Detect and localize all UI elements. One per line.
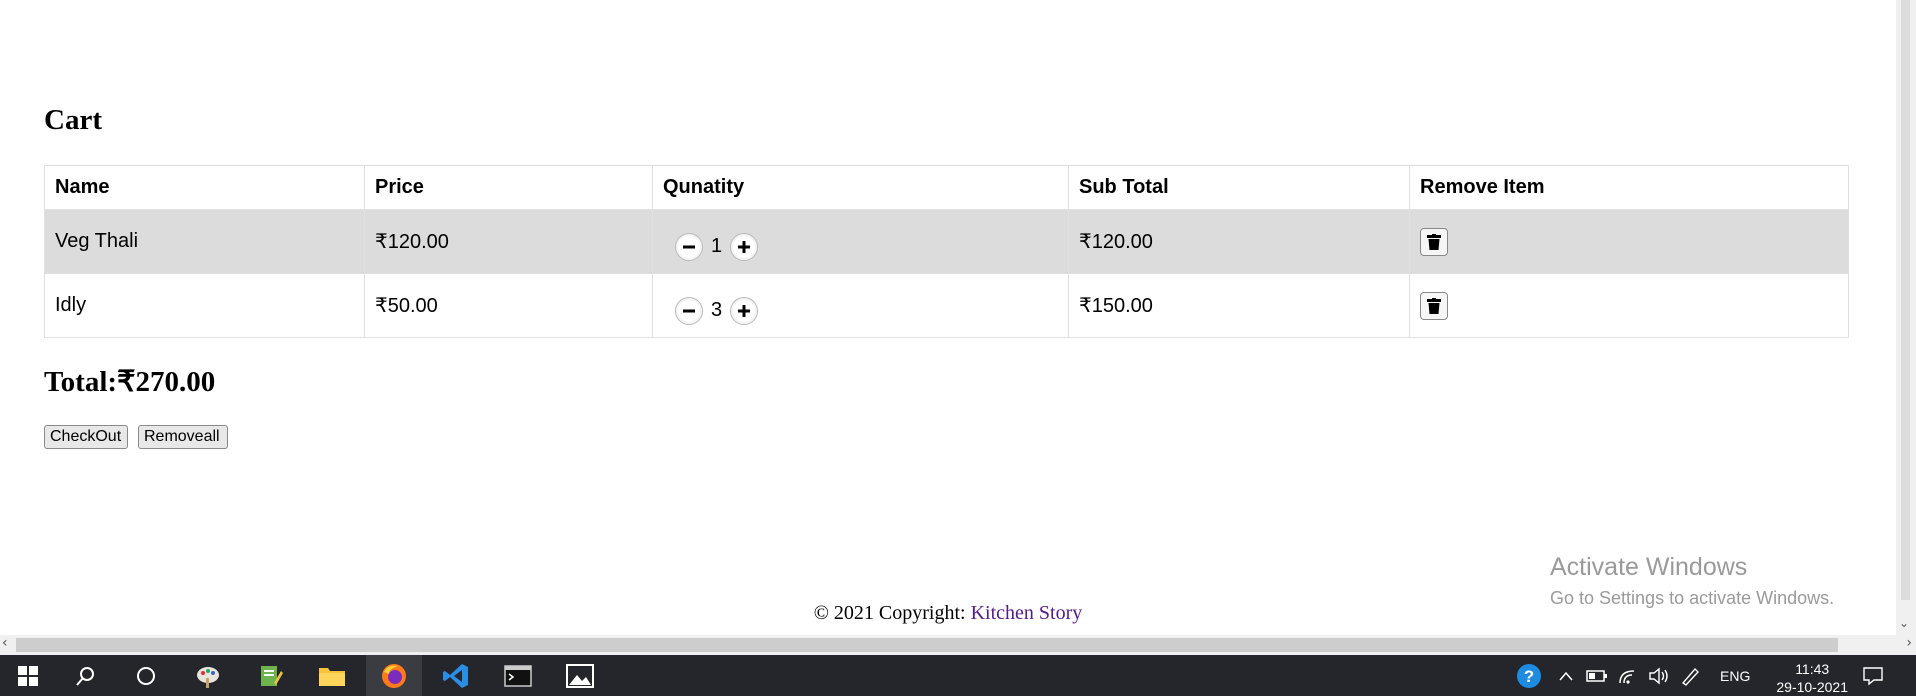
taskbar: ? ENG 11:43 29-10-2021 <box>0 655 1916 696</box>
scroll-left-icon[interactable]: ‹ <box>2 635 8 651</box>
activate-windows-watermark: Activate Windows Go to Settings to activ… <box>1550 553 1834 609</box>
minus-circle-icon <box>678 299 700 322</box>
plus-circle-icon <box>733 299 756 322</box>
windows-start-icon[interactable] <box>0 655 56 696</box>
item-subtotal: ₹120.00 <box>1068 209 1410 274</box>
increase-quantity-button[interactable] <box>730 232 759 261</box>
language-indicator[interactable]: ENG <box>1720 655 1750 696</box>
pen-icon[interactable] <box>1680 655 1702 696</box>
paint-icon[interactable] <box>180 655 236 696</box>
clock-time: 11:43 <box>1795 661 1830 677</box>
quantity-stepper: 1 <box>652 209 1069 274</box>
search-icon[interactable] <box>58 655 114 696</box>
clock-date: 29-10-2021 <box>1776 679 1848 695</box>
column-header-quantity: Qunatity <box>652 165 1069 210</box>
column-header-name: Name <box>44 165 365 210</box>
remove-all-button[interactable]: Removeall <box>138 425 228 449</box>
clock[interactable]: 11:43 29-10-2021 <box>1776 660 1848 696</box>
notepad-icon[interactable] <box>242 655 298 696</box>
table-row: Idly ₹50.00 3 ₹150.00 <box>44 273 1849 338</box>
column-header-remove-item: Remove Item <box>1409 165 1849 210</box>
item-price: ₹120.00 <box>364 209 653 274</box>
remove-item-button[interactable] <box>1420 291 1448 320</box>
footer: © 2021 Copyright: Kitchen Story <box>0 602 1896 625</box>
quantity-stepper: 3 <box>652 273 1069 338</box>
column-header-subtotal: Sub Total <box>1068 165 1410 210</box>
quantity-value: 1 <box>711 235 723 257</box>
notifications-icon[interactable] <box>1862 655 1884 696</box>
increase-quantity-button[interactable] <box>730 296 759 325</box>
page-title: Cart <box>44 104 102 136</box>
trash-icon <box>1427 297 1441 314</box>
table-row: Veg Thali ₹120.00 1 ₹120.00 <box>44 209 1849 274</box>
kitchen-story-link[interactable]: Kitchen Story <box>971 602 1083 624</box>
vertical-scrollbar[interactable]: ⌄ <box>1896 0 1916 635</box>
vscode-icon[interactable] <box>428 655 484 696</box>
checkout-button[interactable]: CheckOut <box>44 425 128 449</box>
remove-item-cell <box>1409 209 1849 274</box>
remove-item-button[interactable] <box>1420 227 1448 256</box>
horizontal-scrollbar[interactable]: ‹ › <box>0 635 1916 655</box>
file-explorer-icon[interactable] <box>304 655 360 696</box>
item-name: Veg Thali <box>44 209 365 274</box>
horizontal-scroll-thumb[interactable] <box>16 638 1838 652</box>
chevron-up-icon[interactable] <box>1558 655 1574 696</box>
cortana-icon[interactable] <box>118 655 174 696</box>
svg-text:?: ? <box>1524 667 1534 686</box>
wifi-icon[interactable] <box>1618 655 1640 696</box>
item-subtotal: ₹150.00 <box>1068 273 1410 338</box>
decrease-quantity-button[interactable] <box>675 232 703 261</box>
scroll-down-icon[interactable]: ⌄ <box>1899 616 1909 630</box>
firefox-icon[interactable] <box>366 655 422 696</box>
plus-circle-icon <box>733 235 756 258</box>
cart-total: Total:₹270.00 <box>44 366 216 398</box>
column-header-price: Price <box>364 165 653 210</box>
photos-icon[interactable] <box>552 655 608 696</box>
decrease-quantity-button[interactable] <box>675 296 703 325</box>
item-price: ₹50.00 <box>364 273 653 338</box>
table-header-row: Name Price Qunatity Sub Total Remove Ite… <box>44 165 1849 210</box>
item-name: Idly <box>44 273 365 338</box>
cart-table: Name Price Qunatity Sub Total Remove Ite… <box>44 165 1849 338</box>
trash-icon <box>1427 233 1441 250</box>
help-icon[interactable]: ? <box>1516 655 1542 696</box>
copyright-text: © 2021 Copyright: <box>813 602 971 624</box>
page: Cart Name Price Qunatity Sub Total Remov… <box>0 0 1896 635</box>
minus-circle-icon <box>678 235 700 258</box>
quantity-value: 3 <box>711 299 723 321</box>
remove-item-cell <box>1409 273 1849 338</box>
scroll-right-icon[interactable]: › <box>1906 635 1912 651</box>
vertical-scroll-thumb[interactable] <box>1901 0 1910 600</box>
watermark-title: Activate Windows <box>1550 553 1748 581</box>
terminal-icon[interactable] <box>490 655 546 696</box>
volume-icon[interactable] <box>1648 655 1670 696</box>
battery-icon[interactable] <box>1586 655 1608 696</box>
